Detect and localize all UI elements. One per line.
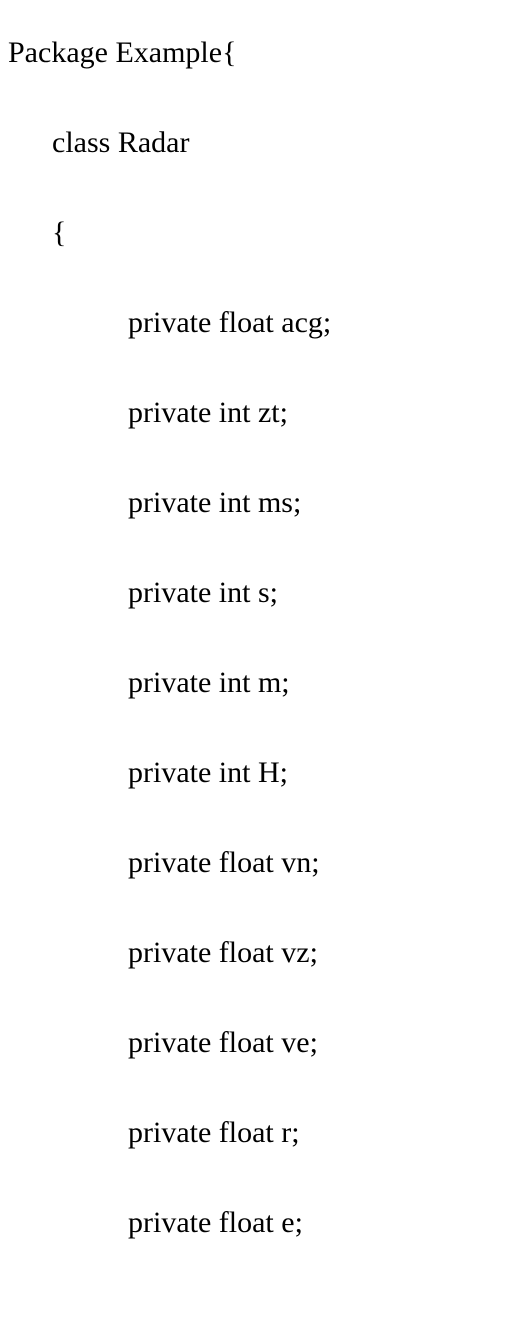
- code-line: Package Example{: [8, 8, 505, 98]
- code-line: private float e;: [8, 1178, 505, 1268]
- code-line: private float acg;: [8, 278, 505, 368]
- code-line: class Radar: [8, 98, 505, 188]
- code-line: private int zt;: [8, 368, 505, 458]
- code-line: private float ve;: [8, 998, 505, 1088]
- code-line: private int ms;: [8, 458, 505, 548]
- code-line: private float vn;: [8, 818, 505, 908]
- code-line: private int m;: [8, 638, 505, 728]
- code-line: {: [8, 188, 505, 278]
- code-line: private float r;: [8, 1088, 505, 1178]
- code-line: private float vz;: [8, 908, 505, 998]
- code-line: private int H;: [8, 728, 505, 818]
- code-line: private int s;: [8, 548, 505, 638]
